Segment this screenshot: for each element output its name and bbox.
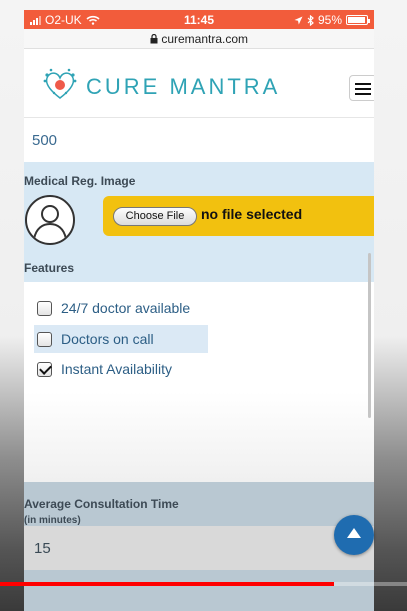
choose-file-button[interactable]: Choose File <box>113 207 197 226</box>
feature-item[interactable]: 24/7 doctor available <box>34 294 208 322</box>
scrollbar[interactable] <box>368 253 371 418</box>
checkbox[interactable] <box>37 300 52 316</box>
video-progress-fill <box>0 582 334 586</box>
site-header: CURE MANTRA <box>24 50 374 118</box>
menu-button[interactable] <box>349 75 374 101</box>
file-upload-area: Choose File no file selected <box>103 196 374 236</box>
medical-reg-section: Medical Reg. Image Choose File no file s… <box>24 162 374 282</box>
feature-item[interactable]: Doctors on call <box>34 325 208 353</box>
consultation-time-input[interactable]: 15 <box>24 526 374 570</box>
bluetooth-icon <box>307 14 314 26</box>
feature-label: 24/7 doctor available <box>61 300 191 316</box>
features-label: Features <box>24 261 75 275</box>
medical-reg-label: Medical Reg. Image <box>24 174 136 188</box>
phone-screen: O2-UK 11:45 95% curemantra.com CURE MANT… <box>24 10 374 611</box>
user-avatar-icon <box>25 195 75 245</box>
heart-logo-icon[interactable] <box>42 67 78 103</box>
consultation-label: Average Consultation Time <box>24 497 179 511</box>
consultation-sublabel: (in minutes) <box>24 515 81 526</box>
status-bar: O2-UK 11:45 95% <box>24 10 374 29</box>
battery-percent: 95% <box>317 13 342 27</box>
features-list: 24/7 doctor available Doctors on call In… <box>24 282 374 482</box>
url-text: curemantra.com <box>161 32 249 46</box>
location-icon <box>294 16 303 24</box>
lock-icon <box>150 32 161 46</box>
scroll-to-top-button[interactable] <box>334 515 374 555</box>
feature-item[interactable]: Instant Availability <box>34 355 208 383</box>
checkbox-checked[interactable] <box>37 361 52 377</box>
brand-name: CURE MANTRA <box>86 74 281 99</box>
checkbox[interactable] <box>37 331 52 347</box>
feature-label: Instant Availability <box>61 361 173 377</box>
battery-icon <box>346 15 370 25</box>
feature-label: Doctors on call <box>61 331 154 347</box>
previous-field-value[interactable]: 500 <box>24 118 374 162</box>
address-bar[interactable]: curemantra.com <box>24 29 374 49</box>
file-status: no file selected <box>201 206 303 222</box>
